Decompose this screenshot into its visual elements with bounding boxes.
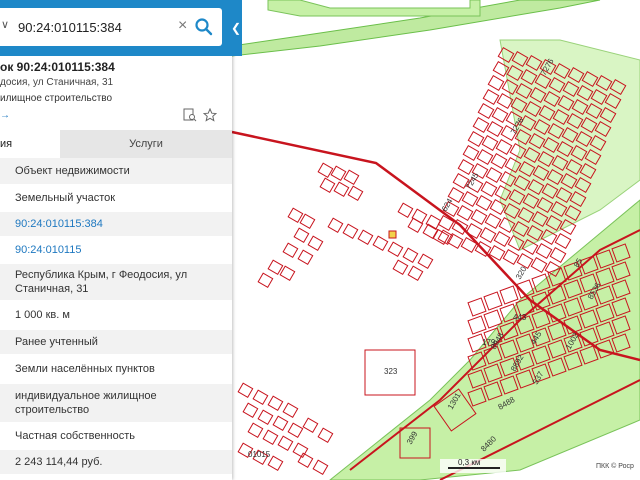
parcel-label: 01015 xyxy=(248,450,271,459)
close-icon[interactable]: × xyxy=(178,17,187,35)
star-icon[interactable] xyxy=(203,108,217,122)
attribute-row: индивидуальное жилищное строительство xyxy=(0,384,232,424)
search-icon[interactable] xyxy=(194,17,214,37)
attribute-list: Объект недвижимости Земельный участок 90:2… xyxy=(0,158,232,476)
tab-info[interactable]: ия xyxy=(0,130,60,158)
attribute-value: Объект недвижимости xyxy=(15,165,130,177)
chevron-down-icon[interactable]: ∨ xyxy=(1,18,9,31)
attribute-link[interactable]: 90:24:010115 xyxy=(15,243,226,257)
scale-label: 0,3 км xyxy=(458,458,480,467)
tab-services[interactable]: Услуги xyxy=(60,130,232,158)
object-use: илищное строительство xyxy=(0,93,113,104)
attribute-row: 2 243 114,44 руб. xyxy=(0,450,232,476)
attribute-row: 1 000 кв. м xyxy=(0,302,232,330)
attribute-row: Объект недвижимости xyxy=(0,158,232,186)
attribute-value: Земельный участок xyxy=(15,192,116,204)
info-panel: ∨ × ок 90:24:010115:384 досия, ул Станич… xyxy=(0,0,232,480)
selected-parcel[interactable] xyxy=(388,230,397,239)
map-search-icon[interactable] xyxy=(183,108,197,122)
attribute-row: Земельный участок xyxy=(0,186,232,212)
attribute-value: Земли населённых пунктов xyxy=(15,363,155,375)
attribute-value: индивидуальное жилищное строительство xyxy=(15,390,157,416)
attribute-value: Ранее учтенный xyxy=(15,336,98,348)
attribute-row: 90:24:010115 xyxy=(0,238,232,264)
object-link[interactable]: → xyxy=(0,110,10,121)
tabs: ия Услуги xyxy=(0,130,232,158)
parcel-label: 443 xyxy=(513,313,527,322)
search-input[interactable] xyxy=(18,8,168,46)
attribute-link[interactable]: 90:24:010115:384 xyxy=(15,217,226,231)
search-bar: ∨ × xyxy=(0,0,232,56)
attribution: ПКК © Роср xyxy=(596,462,634,470)
attribute-row: 90:24:010115:384 xyxy=(0,212,232,238)
attribute-value: Частная собственность xyxy=(15,430,136,442)
attribute-row: Ранее учтенный xyxy=(0,330,232,356)
attribute-value: Республика Крым, г Феодосия, ул Станична… xyxy=(15,269,188,295)
search-box: ∨ × xyxy=(0,8,222,46)
attribute-row: Земли населённых пунктов xyxy=(0,356,232,384)
attribute-row: Частная собственность xyxy=(0,424,232,450)
parcel-label: 323 xyxy=(384,367,398,376)
object-address: досия, ул Станичная, 31 xyxy=(0,77,114,88)
attribute-row: Республика Крым, г Феодосия, ул Станична… xyxy=(0,264,232,302)
collapse-panel-button[interactable]: ❮ xyxy=(230,0,242,56)
object-title: ок 90:24:010115:384 xyxy=(0,60,115,74)
attribute-value: 2 243 114,44 руб. xyxy=(15,456,103,468)
attribute-value: 1 000 кв. м xyxy=(15,309,70,321)
